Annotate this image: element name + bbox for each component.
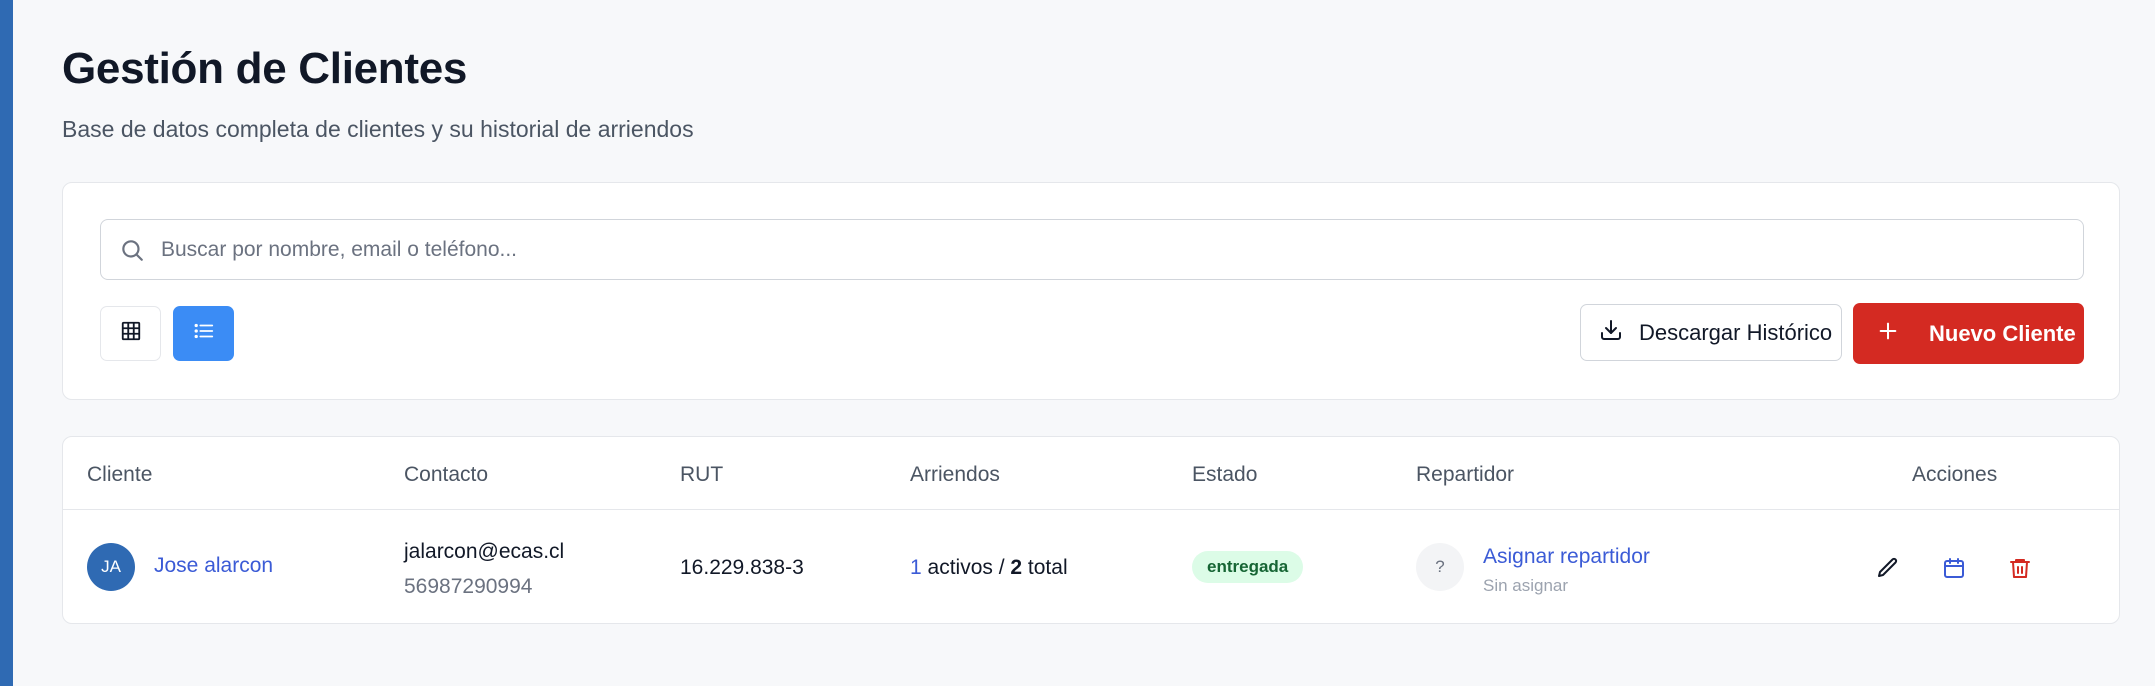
- list-view-button[interactable]: [173, 306, 234, 361]
- search-box[interactable]: [100, 219, 2084, 280]
- client-email: jalarcon@ecas.cl: [404, 540, 565, 563]
- clients-table: Cliente Contacto RUT Arriendos Estado Re…: [62, 436, 2120, 624]
- header-estado[interactable]: Estado: [1192, 463, 1257, 487]
- header-cliente[interactable]: Cliente: [87, 463, 152, 487]
- header-arriendos[interactable]: Arriendos: [910, 463, 1000, 487]
- page-subtitle: Base de datos completa de clientes y su …: [62, 116, 694, 142]
- new-client-button[interactable]: Nuevo Cliente: [1853, 303, 2084, 364]
- toolbar-card: Descargar Histórico Nuevo Cliente: [62, 182, 2120, 400]
- header-rut[interactable]: RUT: [680, 463, 723, 487]
- page-title: Gestión de Clientes: [62, 44, 468, 93]
- client-rut: 16.229.838-3: [680, 556, 804, 579]
- assign-distributor-link[interactable]: Asignar repartidor: [1483, 545, 1650, 569]
- header-contacto[interactable]: Contacto: [404, 463, 488, 487]
- total-rentals-label: total: [1022, 556, 1068, 579]
- header-repartidor[interactable]: Repartidor: [1416, 463, 1514, 487]
- search-input[interactable]: [161, 220, 2061, 279]
- active-rentals-label: activos /: [921, 556, 1011, 579]
- left-accent-bar: [0, 0, 13, 686]
- client-phone: 56987290994: [404, 575, 533, 598]
- grid-icon: [120, 320, 142, 347]
- table-header: Cliente Contacto RUT Arriendos Estado Re…: [63, 437, 2119, 510]
- search-icon: [119, 237, 145, 263]
- download-icon: [1599, 318, 1623, 348]
- grid-view-button[interactable]: [100, 306, 161, 361]
- active-rentals-count: 1: [910, 556, 922, 579]
- plus-icon: [1877, 320, 1899, 348]
- avatar: JA: [87, 543, 135, 591]
- client-name-link[interactable]: Jose alarcon: [154, 554, 273, 578]
- distributor-avatar: ?: [1416, 543, 1464, 591]
- calendar-icon[interactable]: [1939, 553, 1969, 583]
- distributor-status: Sin asignar: [1483, 576, 1569, 595]
- total-rentals-count: 2: [1010, 556, 1023, 579]
- header-acciones: Acciones: [1912, 463, 1998, 486]
- status-badge: entregada: [1192, 551, 1304, 583]
- trash-icon[interactable]: [2005, 553, 2035, 583]
- list-icon: [193, 320, 215, 347]
- new-client-label: Nuevo Cliente: [1929, 320, 2076, 346]
- table-row: JA Jose alarcon jalarcon@ecas.cl 5698729…: [63, 510, 2119, 623]
- download-history-button[interactable]: Descargar Histórico: [1580, 304, 1842, 361]
- edit-icon[interactable]: [1873, 553, 1903, 583]
- rentals-summary: 1 activos / 2 total: [910, 556, 1068, 580]
- download-history-label: Descargar Histórico: [1639, 319, 1833, 345]
